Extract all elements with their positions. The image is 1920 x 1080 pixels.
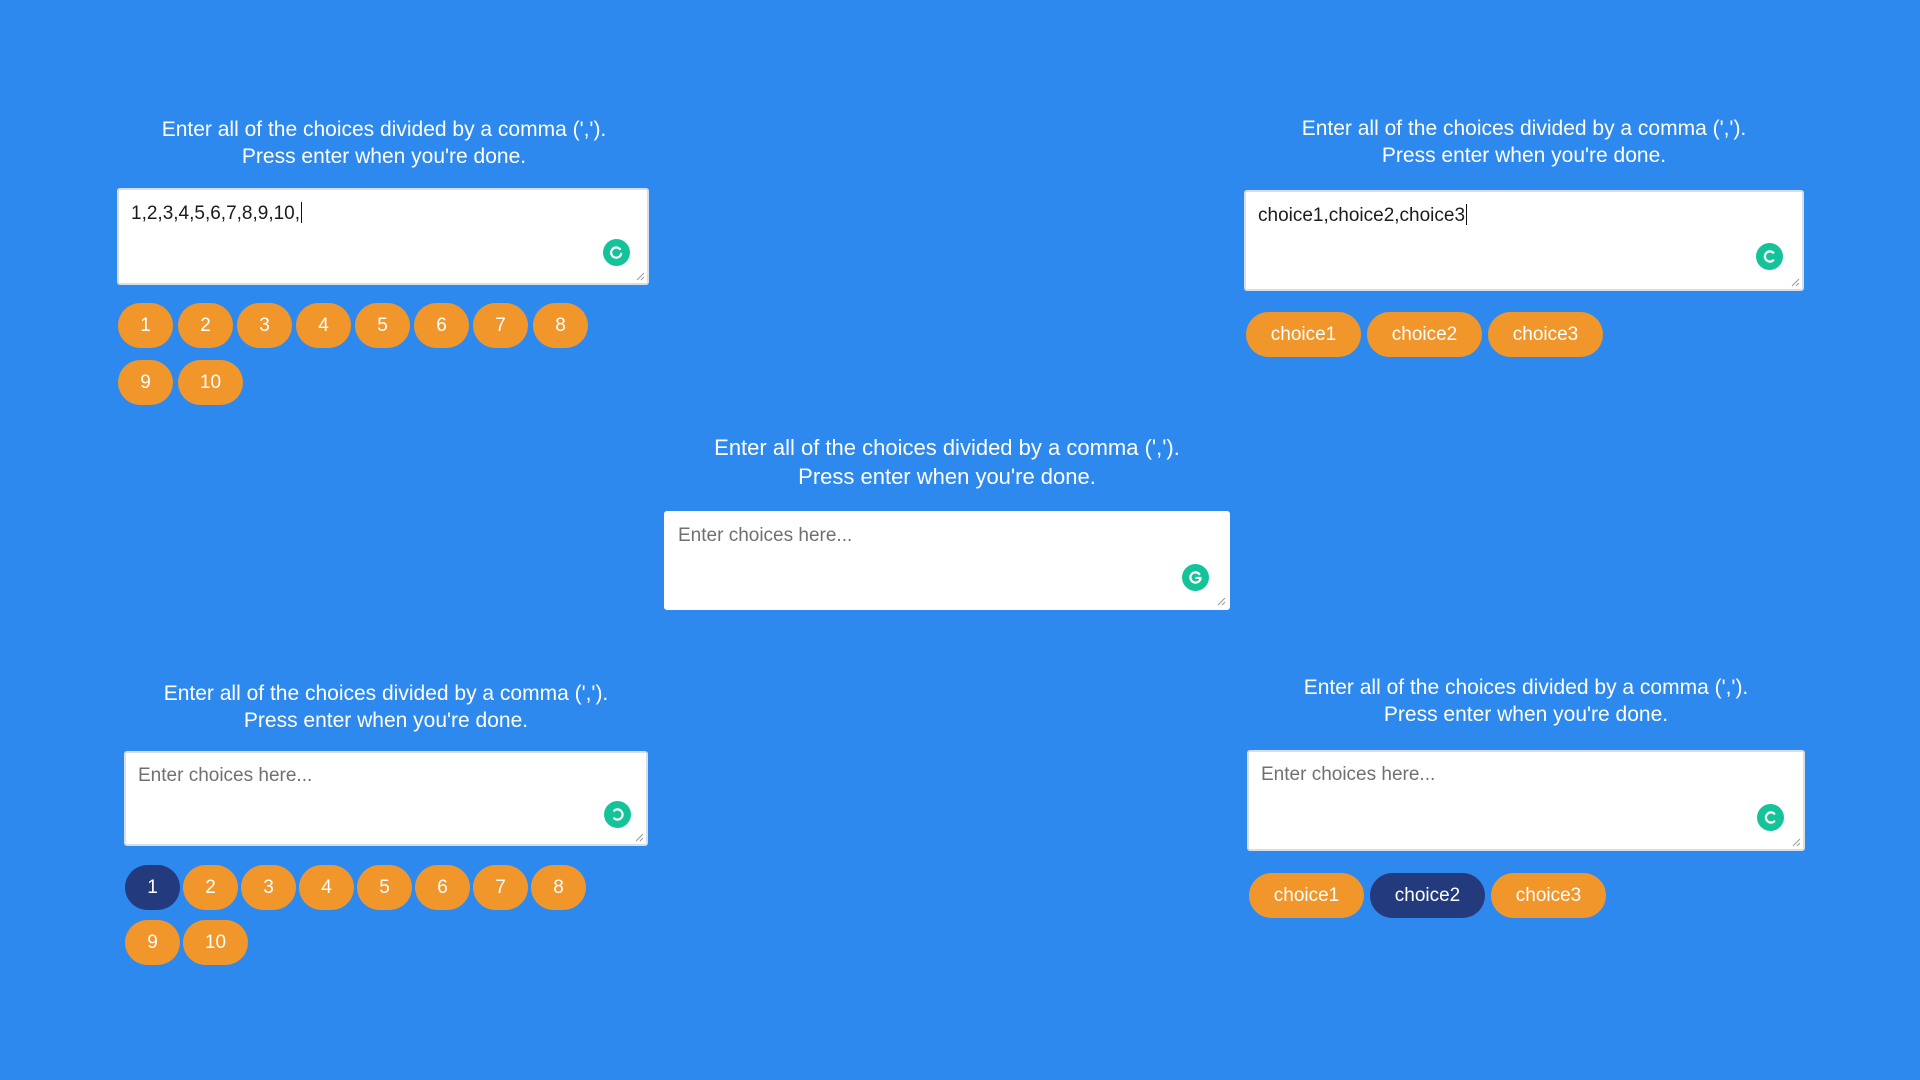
choice-chip[interactable]: 2 [183, 865, 238, 910]
instructions-bottom-left: Enter all of the choices divided by a co… [124, 680, 648, 734]
grammarly-icon[interactable] [1756, 243, 1783, 270]
instructions-line-1: Enter all of the choices divided by a co… [163, 682, 609, 705]
resize-handle-icon[interactable] [1792, 838, 1801, 847]
grammarly-icon[interactable] [604, 801, 631, 828]
resize-handle-icon[interactable] [1217, 597, 1226, 606]
choice-chip[interactable]: 3 [237, 303, 292, 348]
choice-chip[interactable]: 3 [241, 865, 296, 910]
instructions-top-right: Enter all of the choices divided by a co… [1244, 115, 1804, 169]
instructions-line-2: Press enter when you're done. [243, 709, 529, 732]
choice-chip[interactable]: choice3 [1488, 312, 1603, 357]
choice-chip[interactable]: 8 [531, 865, 586, 910]
choice-chip[interactable]: 6 [414, 303, 469, 348]
choice-chip[interactable]: 5 [355, 303, 410, 348]
instructions-bottom-right: Enter all of the choices divided by a co… [1247, 674, 1805, 728]
choices-input-center[interactable]: Enter choices here... [664, 511, 1230, 610]
choice-chip[interactable]: choice1 [1246, 312, 1361, 357]
choices-input-value: choice1,choice2,choice3 [1258, 205, 1466, 226]
choice-chip[interactable]: 2 [178, 303, 233, 348]
choices-input-placeholder: Enter choices here... [678, 525, 853, 546]
instructions-line-2: Press enter when you're done. [1381, 144, 1667, 167]
resize-handle-icon[interactable] [636, 272, 645, 281]
choice-chip[interactable]: 4 [299, 865, 354, 910]
instructions-line-1: Enter all of the choices divided by a co… [1301, 117, 1747, 140]
choice-chip[interactable]: 10 [183, 920, 248, 965]
instructions-line-2: Press enter when you're done. [1383, 703, 1669, 726]
choices-input-top-right[interactable]: choice1,choice2,choice3 [1244, 190, 1804, 291]
choices-input-placeholder: Enter choices here... [138, 765, 313, 786]
choices-input-value: 1,2,3,4,5,6,7,8,9,10, [131, 203, 301, 224]
resize-handle-icon[interactable] [635, 833, 644, 842]
instructions-top-left: Enter all of the choices divided by a co… [118, 116, 650, 170]
grammarly-icon[interactable] [603, 239, 630, 266]
grammarly-icon[interactable] [1182, 564, 1209, 591]
choice-chip[interactable]: 1 [118, 303, 173, 348]
choice-chip[interactable]: choice1 [1249, 873, 1364, 918]
choice-chip[interactable]: 6 [415, 865, 470, 910]
instructions-line-1: Enter all of the choices divided by a co… [1303, 676, 1749, 699]
choice-chip[interactable]: 7 [473, 303, 528, 348]
resize-handle-icon[interactable] [1791, 278, 1800, 287]
instructions-line-1: Enter all of the choices divided by a co… [714, 435, 1180, 460]
choice-chip[interactable]: 5 [357, 865, 412, 910]
choices-input-top-left[interactable]: 1,2,3,4,5,6,7,8,9,10, [117, 188, 649, 285]
choice-chip[interactable]: 9 [118, 360, 173, 405]
instructions-center: Enter all of the choices divided by a co… [664, 433, 1230, 491]
choice-chip[interactable]: 8 [533, 303, 588, 348]
instructions-line-2: Press enter when you're done. [241, 145, 527, 168]
choice-chip-selected[interactable]: choice2 [1370, 873, 1485, 918]
instructions-line-2: Press enter when you're done. [798, 464, 1096, 489]
choice-chip[interactable]: choice3 [1491, 873, 1606, 918]
choice-chip[interactable]: 9 [125, 920, 180, 965]
choice-chip[interactable]: 7 [473, 865, 528, 910]
choice-chip[interactable]: choice2 [1367, 312, 1482, 357]
choice-chip[interactable]: 4 [296, 303, 351, 348]
choices-input-bottom-right[interactable]: Enter choices here... [1247, 750, 1805, 851]
choices-input-bottom-left[interactable]: Enter choices here... [124, 751, 648, 846]
instructions-line-1: Enter all of the choices divided by a co… [161, 118, 607, 141]
choice-chip-selected[interactable]: 1 [125, 865, 180, 910]
grammarly-icon[interactable] [1757, 804, 1784, 831]
choices-input-placeholder: Enter choices here... [1261, 764, 1436, 785]
choice-chip[interactable]: 10 [178, 360, 243, 405]
